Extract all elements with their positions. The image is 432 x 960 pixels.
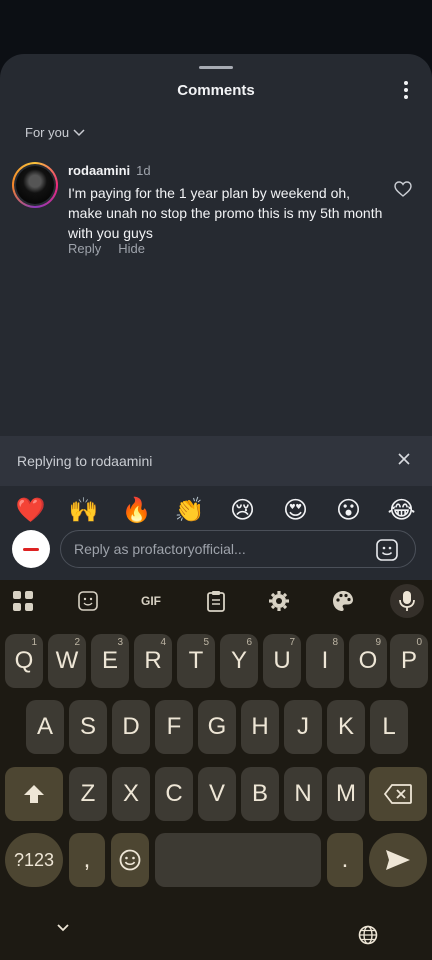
globe-language-icon[interactable] xyxy=(358,925,378,950)
gear-icon[interactable] xyxy=(267,589,291,613)
more-options-icon[interactable] xyxy=(398,80,414,100)
send-key[interactable] xyxy=(369,833,427,887)
emoji-raised-hands[interactable]: 🙌 xyxy=(64,496,104,525)
emoji-heart[interactable]: ❤️ xyxy=(11,496,51,525)
key-q[interactable]: 1Q xyxy=(5,634,43,688)
comment-text: I'm paying for the 1 year plan by weeken… xyxy=(68,185,383,241)
key-a[interactable]: A xyxy=(26,700,64,754)
comment-time: 1d xyxy=(136,163,151,178)
comment-item: rodaamini 1d I'm paying for the 1 year pl… xyxy=(12,159,422,269)
key-j[interactable]: J xyxy=(284,700,322,754)
send-arrow-icon xyxy=(386,850,410,870)
key-v[interactable]: V xyxy=(198,767,236,821)
key-b[interactable]: B xyxy=(241,767,279,821)
hide-keyboard-icon[interactable] xyxy=(56,920,70,938)
key-y[interactable]: 6Y xyxy=(220,634,258,688)
key-u[interactable]: 7U xyxy=(263,634,301,688)
key-f[interactable]: F xyxy=(155,700,193,754)
key-h[interactable]: H xyxy=(241,700,279,754)
emoji-laughing[interactable]: 😂 xyxy=(382,496,422,525)
clipboard-icon[interactable] xyxy=(204,589,228,613)
shift-arrow-icon xyxy=(24,785,44,803)
like-heart-icon[interactable] xyxy=(394,181,412,202)
reply-input[interactable]: Reply as profactoryofficial... xyxy=(60,530,416,568)
comma-key[interactable]: , xyxy=(69,833,105,887)
key-k[interactable]: K xyxy=(327,700,365,754)
backspace-key[interactable] xyxy=(369,767,427,821)
emoji-clap[interactable]: 👏 xyxy=(170,496,210,525)
emoji-crying[interactable]: 😢 xyxy=(223,496,263,525)
sticker-icon[interactable] xyxy=(375,538,399,562)
key-i[interactable]: 8I xyxy=(306,634,344,688)
key-d[interactable]: D xyxy=(112,700,150,754)
key-x[interactable]: X xyxy=(112,767,150,821)
reply-placeholder: Reply as profactoryofficial... xyxy=(74,541,246,557)
emoji-key[interactable] xyxy=(111,833,149,887)
avatar[interactable] xyxy=(12,162,58,208)
key-n[interactable]: N xyxy=(284,767,322,821)
filter-label: For you xyxy=(25,125,70,140)
hide-link[interactable]: Hide xyxy=(118,241,145,256)
sheet-title: Comments xyxy=(177,82,255,99)
key-l[interactable]: L xyxy=(370,700,408,754)
emoji-fire[interactable]: 🔥 xyxy=(117,496,157,525)
comment-username[interactable]: rodaamini xyxy=(68,163,130,178)
drag-handle[interactable] xyxy=(199,66,233,69)
apps-grid-icon[interactable] xyxy=(11,589,35,613)
key-r[interactable]: 4R xyxy=(134,634,172,688)
smiley-icon xyxy=(119,849,141,871)
key-c[interactable]: C xyxy=(155,767,193,821)
shift-key[interactable] xyxy=(5,767,63,821)
gif-button[interactable]: GIF xyxy=(136,589,166,613)
key-g[interactable]: G xyxy=(198,700,236,754)
microphone-icon[interactable] xyxy=(390,584,424,618)
close-icon[interactable] xyxy=(398,453,410,465)
comments-sheet: Comments For you rodaamini 1d I'm paying … xyxy=(0,54,432,440)
keyboard-toolbar: GIF xyxy=(0,580,432,622)
replying-bar: Replying to rodaamini xyxy=(0,436,432,486)
period-key[interactable]: . xyxy=(327,833,363,887)
reply-link[interactable]: Reply xyxy=(68,241,101,256)
symbols-key[interactable]: ?123 xyxy=(5,833,63,887)
space-key[interactable] xyxy=(155,833,321,887)
replying-text: Replying to rodaamini xyxy=(17,453,153,469)
comment-actions: Reply Hide xyxy=(68,241,145,256)
current-user-avatar xyxy=(12,530,50,568)
key-p[interactable]: 0P xyxy=(390,634,428,688)
key-o[interactable]: 9O xyxy=(349,634,387,688)
key-w[interactable]: 2W xyxy=(48,634,86,688)
chevron-down-icon xyxy=(73,128,85,136)
key-s[interactable]: S xyxy=(69,700,107,754)
palette-icon[interactable] xyxy=(331,589,355,613)
key-e[interactable]: 3E xyxy=(91,634,129,688)
emoji-heart-eyes[interactable]: 😍 xyxy=(276,496,316,525)
key-z[interactable]: Z xyxy=(69,767,107,821)
sort-filter[interactable]: For you xyxy=(25,125,85,140)
sticker-icon[interactable] xyxy=(76,589,100,613)
reply-input-row: Reply as profactoryofficial... xyxy=(0,524,432,580)
comment-header: rodaamini 1d xyxy=(68,163,151,178)
backspace-icon xyxy=(384,784,412,804)
emoji-surprised[interactable]: 😮 xyxy=(329,496,369,525)
key-t[interactable]: 5T xyxy=(177,634,215,688)
key-m[interactable]: M xyxy=(327,767,365,821)
